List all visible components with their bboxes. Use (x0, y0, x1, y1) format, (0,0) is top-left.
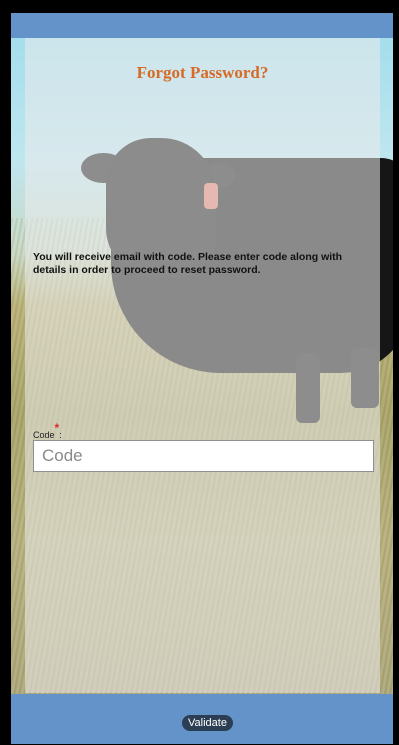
code-input[interactable] (33, 440, 374, 472)
top-bar (11, 13, 393, 38)
app-screen: Forgot Password? You will receive email … (11, 13, 393, 744)
code-label-text: Code (33, 430, 55, 440)
label-colon: : (59, 430, 62, 440)
code-label: Code*: (33, 421, 62, 440)
page-title: Forgot Password? (136, 63, 269, 82)
info-text: You will receive email with code. Please… (33, 251, 343, 276)
form-panel (25, 38, 380, 693)
validate-button[interactable]: Validate (182, 715, 233, 731)
